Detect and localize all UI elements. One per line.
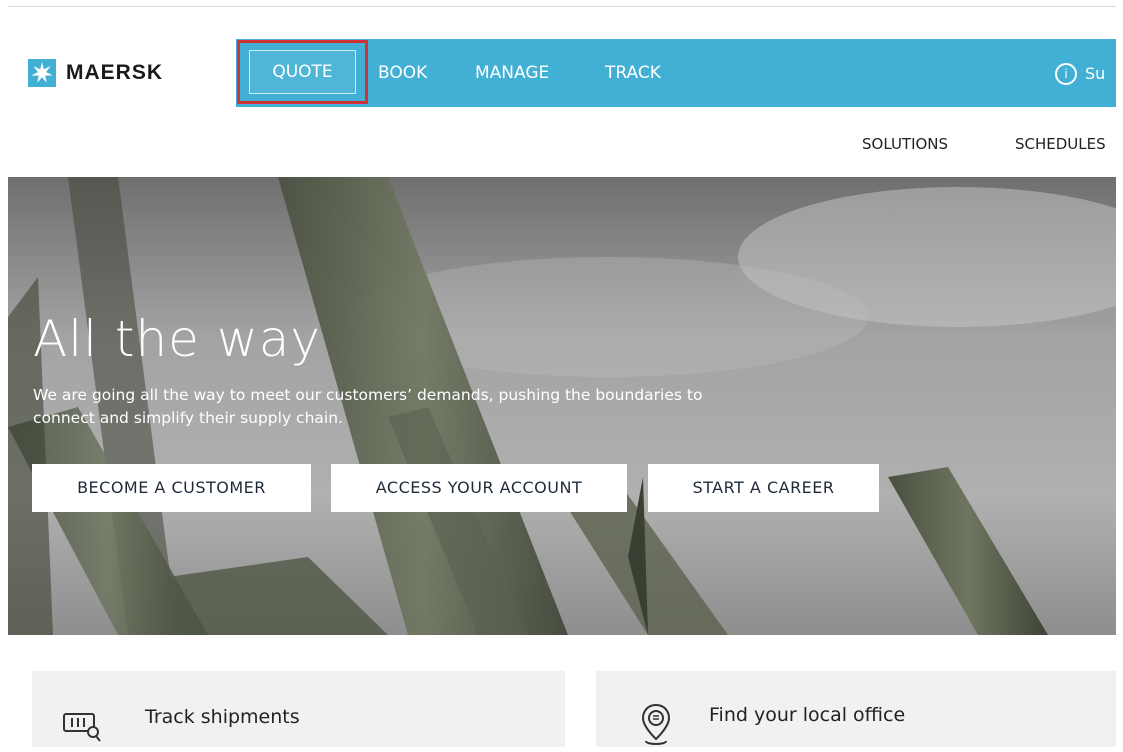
hero-description-line-2: connect and simplify their supply chain. (33, 409, 343, 427)
info-icon: i (1055, 62, 1077, 85)
logo[interactable]: MAERSK (8, 39, 236, 107)
become-customer-button[interactable]: BECOME A CUSTOMER (32, 464, 311, 512)
location-pin-icon (641, 703, 671, 751)
nav-track[interactable]: TRACK (605, 39, 661, 107)
nav-manage[interactable]: MANAGE (475, 39, 549, 107)
main-navbar: MAERSK QUOTE BOOK MANAGE TRACK i Su (8, 39, 1116, 107)
hero-description: We are going all the way to meet our cus… (33, 384, 843, 430)
hero-banner: All the way We are going all the way to … (8, 177, 1116, 635)
access-account-button[interactable]: ACCESS YOUR ACCOUNT (331, 464, 627, 512)
track-shipments-icon (62, 710, 102, 752)
track-shipments-title: Track shipments (145, 706, 300, 728)
subnav-solutions[interactable]: SOLUTIONS (862, 134, 948, 154)
local-office-card[interactable]: Find your local office (596, 671, 1116, 747)
nav-quote[interactable]: QUOTE (249, 50, 356, 94)
support-label: Su (1085, 63, 1106, 83)
hero-title: All the way (33, 310, 321, 368)
nav-book[interactable]: BOOK (378, 39, 427, 107)
subnav-schedules[interactable]: SCHEDULES (1015, 134, 1106, 154)
logo-text: MAERSK (66, 61, 164, 84)
top-divider (8, 6, 1116, 7)
track-shipments-card[interactable]: Track shipments (32, 671, 565, 747)
start-career-button[interactable]: START A CAREER (648, 464, 879, 512)
maersk-star-icon (28, 59, 56, 87)
hero-description-line-1: We are going all the way to meet our cus… (33, 386, 703, 404)
local-office-title: Find your local office (709, 704, 906, 726)
support-link[interactable]: i Su (1055, 60, 1107, 86)
